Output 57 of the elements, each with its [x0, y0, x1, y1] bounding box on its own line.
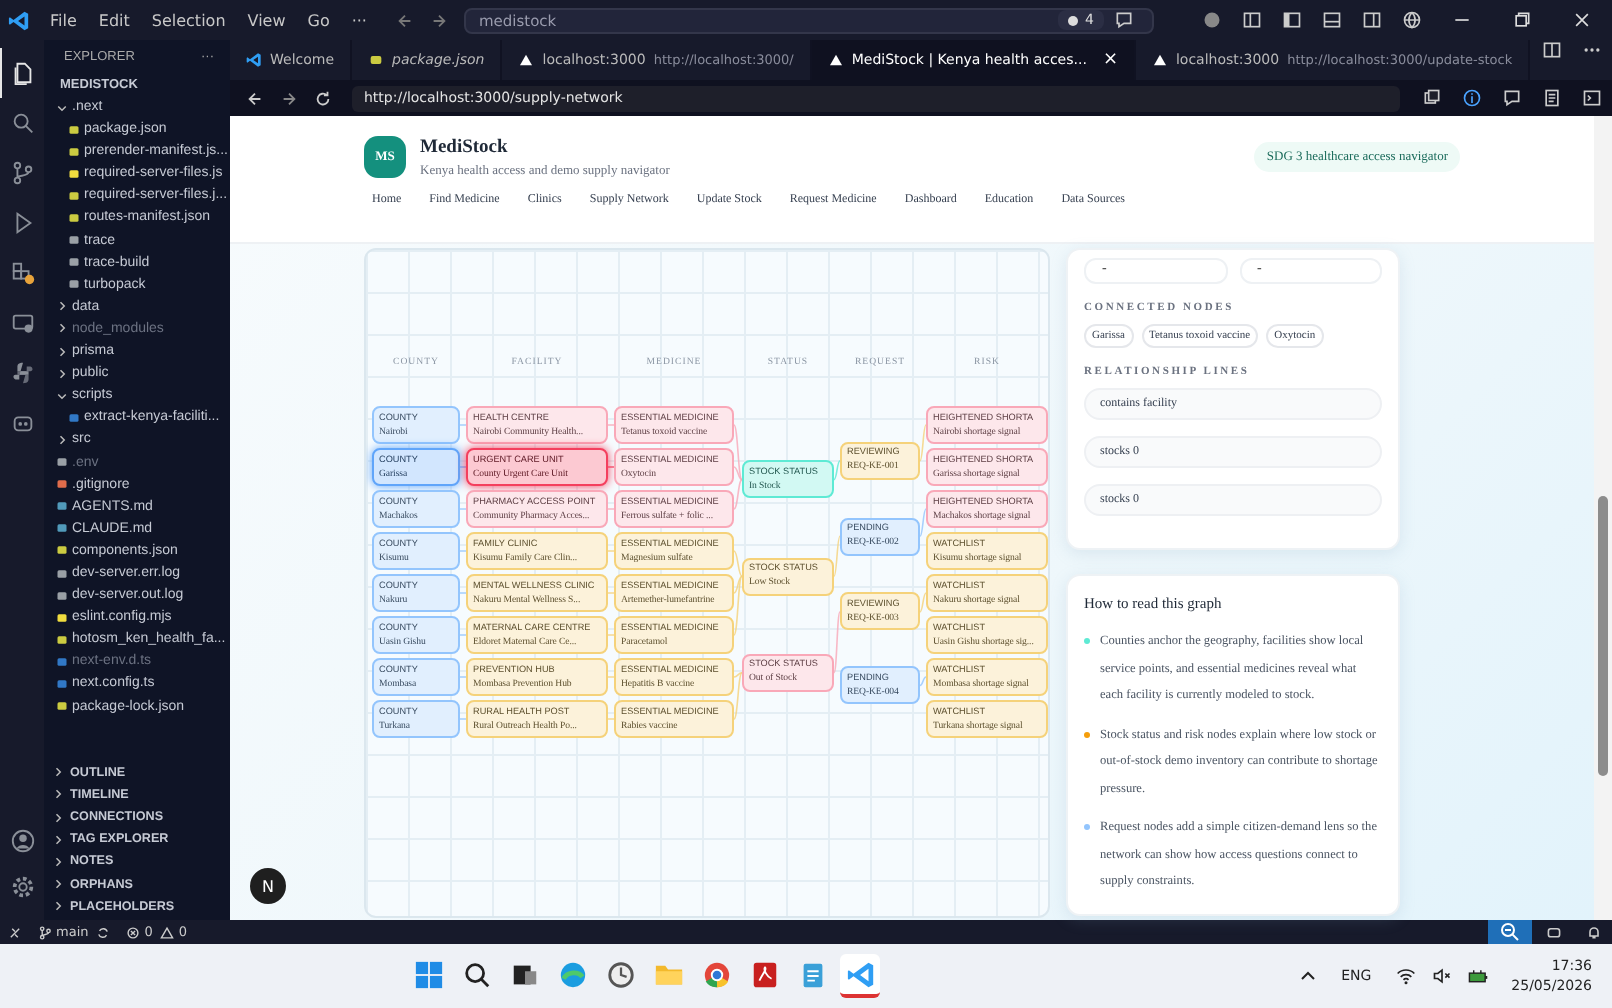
terminal-icon[interactable]	[1582, 88, 1602, 108]
chat-icon[interactable]	[1113, 10, 1134, 30]
globe-icon[interactable]	[1402, 10, 1422, 30]
chat-icon[interactable]	[1502, 88, 1522, 108]
sync-icon[interactable]	[96, 925, 111, 939]
file-icon	[368, 52, 385, 68]
zoom-icon[interactable]	[1488, 920, 1532, 944]
forward-arrow-icon[interactable]	[430, 11, 449, 29]
more-menu[interactable]: ···	[351, 11, 367, 29]
branch-icon	[10, 160, 36, 186]
info-icon[interactable]	[1462, 88, 1482, 108]
dev-tools-button[interactable]: N	[250, 868, 286, 904]
file-icon	[68, 411, 80, 424]
back-arrow-icon[interactable]	[246, 89, 264, 107]
speaker-muted-icon[interactable]	[1431, 966, 1452, 986]
warning-icon	[160, 925, 175, 939]
search-icon	[461, 959, 492, 989]
site-name: MediStock	[420, 137, 510, 157]
settings-icon[interactable]	[9, 874, 35, 900]
code-editor-logo-icon[interactable]	[8, 9, 30, 31]
files-icon	[10, 60, 36, 86]
account-circle-icon[interactable]	[1202, 10, 1222, 30]
wifi-icon[interactable]	[1395, 966, 1416, 986]
browser-icon	[557, 959, 588, 989]
search-icon	[10, 110, 36, 136]
document-icon[interactable]	[1542, 88, 1562, 108]
clock-icon	[605, 959, 636, 989]
code-editor-logo-icon	[246, 52, 262, 68]
restore-icon[interactable]	[1512, 10, 1532, 30]
monitor-icon	[10, 310, 36, 336]
menu-item[interactable]: Go	[307, 11, 330, 29]
menu-item[interactable]: Selection	[151, 11, 226, 29]
bell-icon[interactable]	[1586, 924, 1602, 940]
close-icon[interactable]	[1572, 10, 1592, 30]
browser-icon	[701, 959, 732, 989]
secondary-sidebar-icon[interactable]	[1362, 10, 1382, 30]
menu-item[interactable]: View	[247, 11, 286, 29]
menu-item[interactable]: Edit	[98, 11, 130, 29]
start-icon	[413, 959, 444, 989]
error-icon	[126, 925, 141, 939]
code-editor-icon	[845, 959, 876, 989]
branch-icon	[38, 925, 52, 939]
reload-icon[interactable]	[314, 89, 332, 107]
pdf-icon	[749, 959, 780, 989]
layout-icon[interactable]	[1242, 10, 1262, 30]
sidebar-toggle-icon[interactable]	[1282, 10, 1302, 30]
battery-icon[interactable]	[1467, 966, 1488, 986]
menu-item[interactable]: File	[50, 11, 77, 29]
triangle-icon	[827, 52, 844, 68]
extensions-icon	[10, 260, 36, 286]
triangle-icon	[518, 52, 535, 68]
account-icon[interactable]	[9, 828, 35, 854]
triangle-icon	[1151, 52, 1168, 68]
copy-icon[interactable]	[1422, 88, 1442, 108]
panel-toggle-icon[interactable]	[1322, 10, 1342, 30]
split-editor-icon[interactable]	[1542, 40, 1562, 60]
forward-arrow-icon[interactable]	[280, 89, 298, 107]
